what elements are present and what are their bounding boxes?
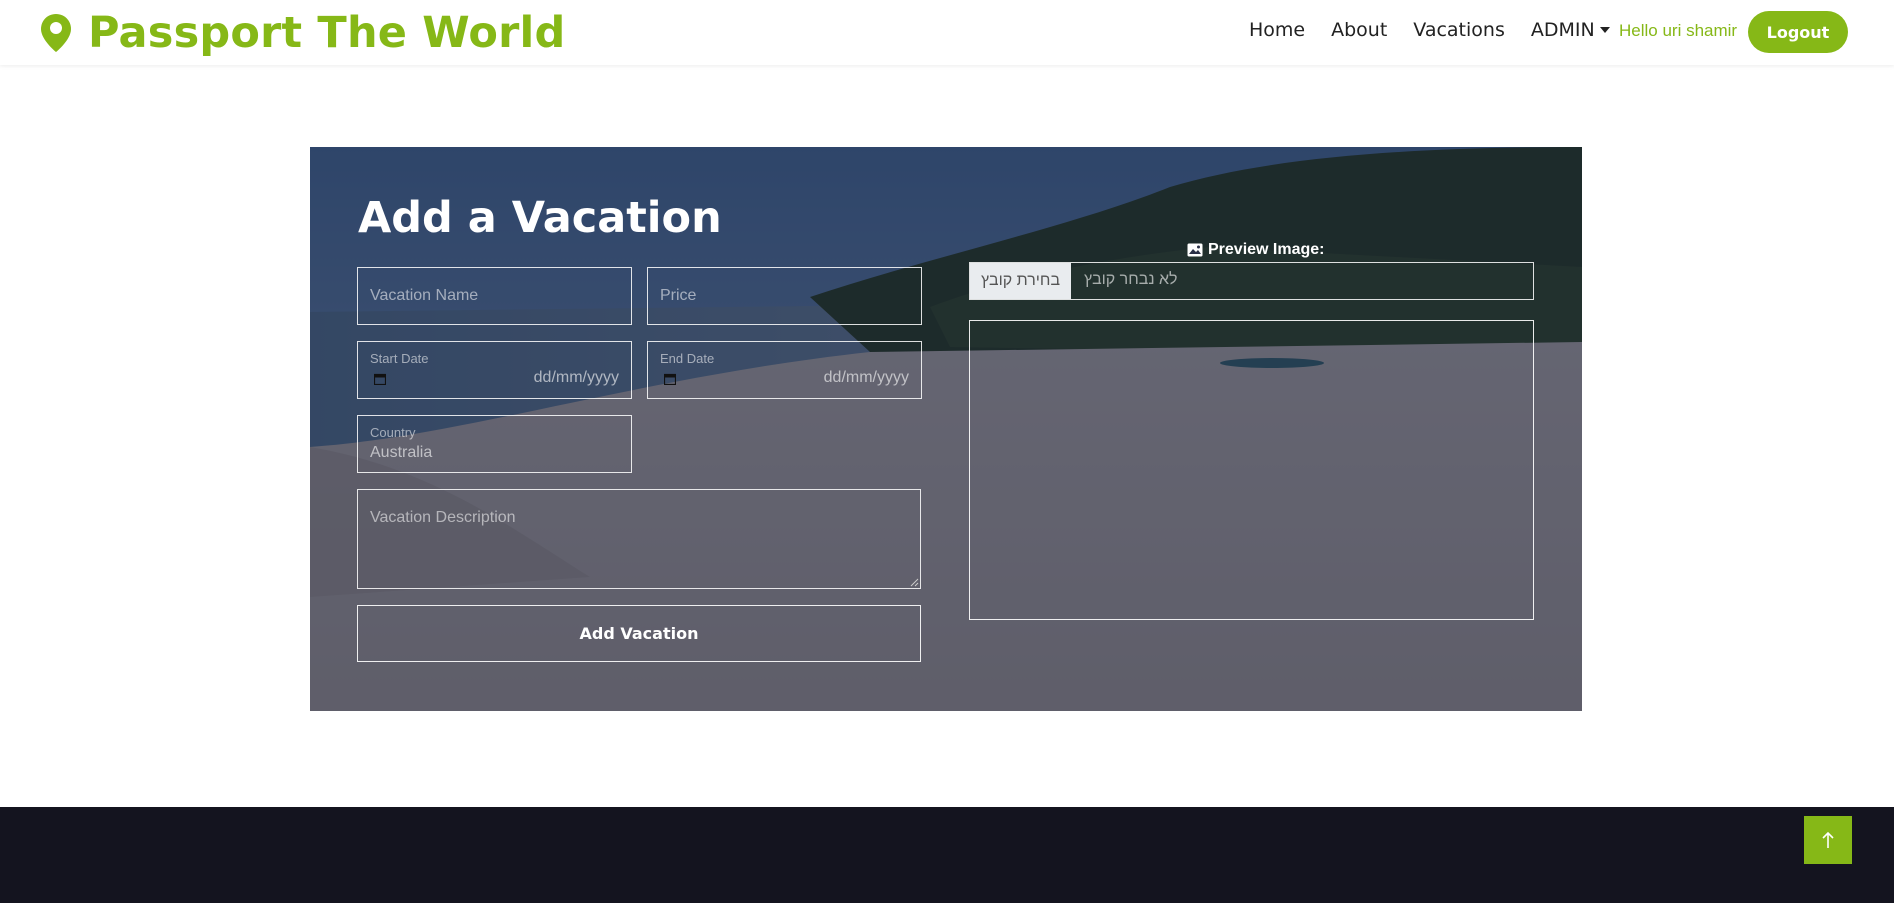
start-date-label: Start Date <box>370 351 429 366</box>
back-to-top-button[interactable] <box>1804 816 1852 864</box>
add-vacation-panel: Add a Vacation Vacation Name Price Start… <box>310 147 1582 711</box>
country-select[interactable]: Country Australia <box>357 415 632 473</box>
preview-image-label: Preview Image: <box>1187 241 1325 259</box>
vacation-description-textarea[interactable]: Vacation Description <box>357 489 921 589</box>
user-greeting: Hello uri shamir <box>1619 21 1738 40</box>
brand-name: Passport The World <box>88 8 566 58</box>
country-value: Australia <box>370 444 433 461</box>
vacation-name-input[interactable]: Vacation Name <box>357 267 632 325</box>
calendar-icon[interactable] <box>663 372 677 390</box>
arrow-up-icon <box>1822 831 1834 848</box>
nav-admin-dropdown[interactable]: ADMIN <box>1531 18 1610 42</box>
map-pin-icon <box>38 12 74 54</box>
start-date-format: dd/mm/yyyy <box>533 369 619 386</box>
nav-home[interactable]: Home <box>1249 18 1305 42</box>
main-nav: Home About Vacations ADMIN <box>1249 18 1636 42</box>
start-date-input[interactable]: Start Date dd/mm/yyyy <box>357 341 632 399</box>
price-placeholder: Price <box>660 287 697 304</box>
image-preview-area <box>969 320 1534 620</box>
caret-down-icon <box>1599 27 1610 33</box>
calendar-icon[interactable] <box>373 372 387 390</box>
nav-vacations[interactable]: Vacations <box>1413 18 1505 42</box>
end-date-input[interactable]: End Date dd/mm/yyyy <box>647 341 922 399</box>
vacation-name-placeholder: Vacation Name <box>370 287 479 304</box>
country-label: Country <box>370 425 416 440</box>
image-icon <box>1187 243 1203 257</box>
top-navbar: Passport The World Home About Vacations … <box>0 0 1894 65</box>
vacation-description-placeholder: Vacation Description <box>370 509 516 526</box>
price-input[interactable]: Price <box>647 267 922 325</box>
footer <box>0 807 1894 903</box>
preview-image-text: Preview Image: <box>1208 241 1325 258</box>
add-vacation-button[interactable]: Add Vacation <box>357 605 921 662</box>
end-date-label: End Date <box>660 351 715 366</box>
image-file-input[interactable]: בחירת קובץ לא נבחר קובץ <box>969 262 1534 300</box>
logout-button[interactable]: Logout <box>1748 11 1848 53</box>
end-date-format: dd/mm/yyyy <box>823 369 909 386</box>
nav-admin-label: ADMIN <box>1530 19 1595 41</box>
brand-logo-link[interactable]: Passport The World <box>38 8 565 58</box>
resize-handle-icon[interactable] <box>910 578 919 587</box>
form-title: Add a Vacation <box>358 193 722 243</box>
choose-file-button[interactable]: בחירת קובץ <box>970 263 1071 299</box>
file-status-text: לא נבחר קובץ <box>1084 271 1178 288</box>
nav-about[interactable]: About <box>1331 18 1387 42</box>
